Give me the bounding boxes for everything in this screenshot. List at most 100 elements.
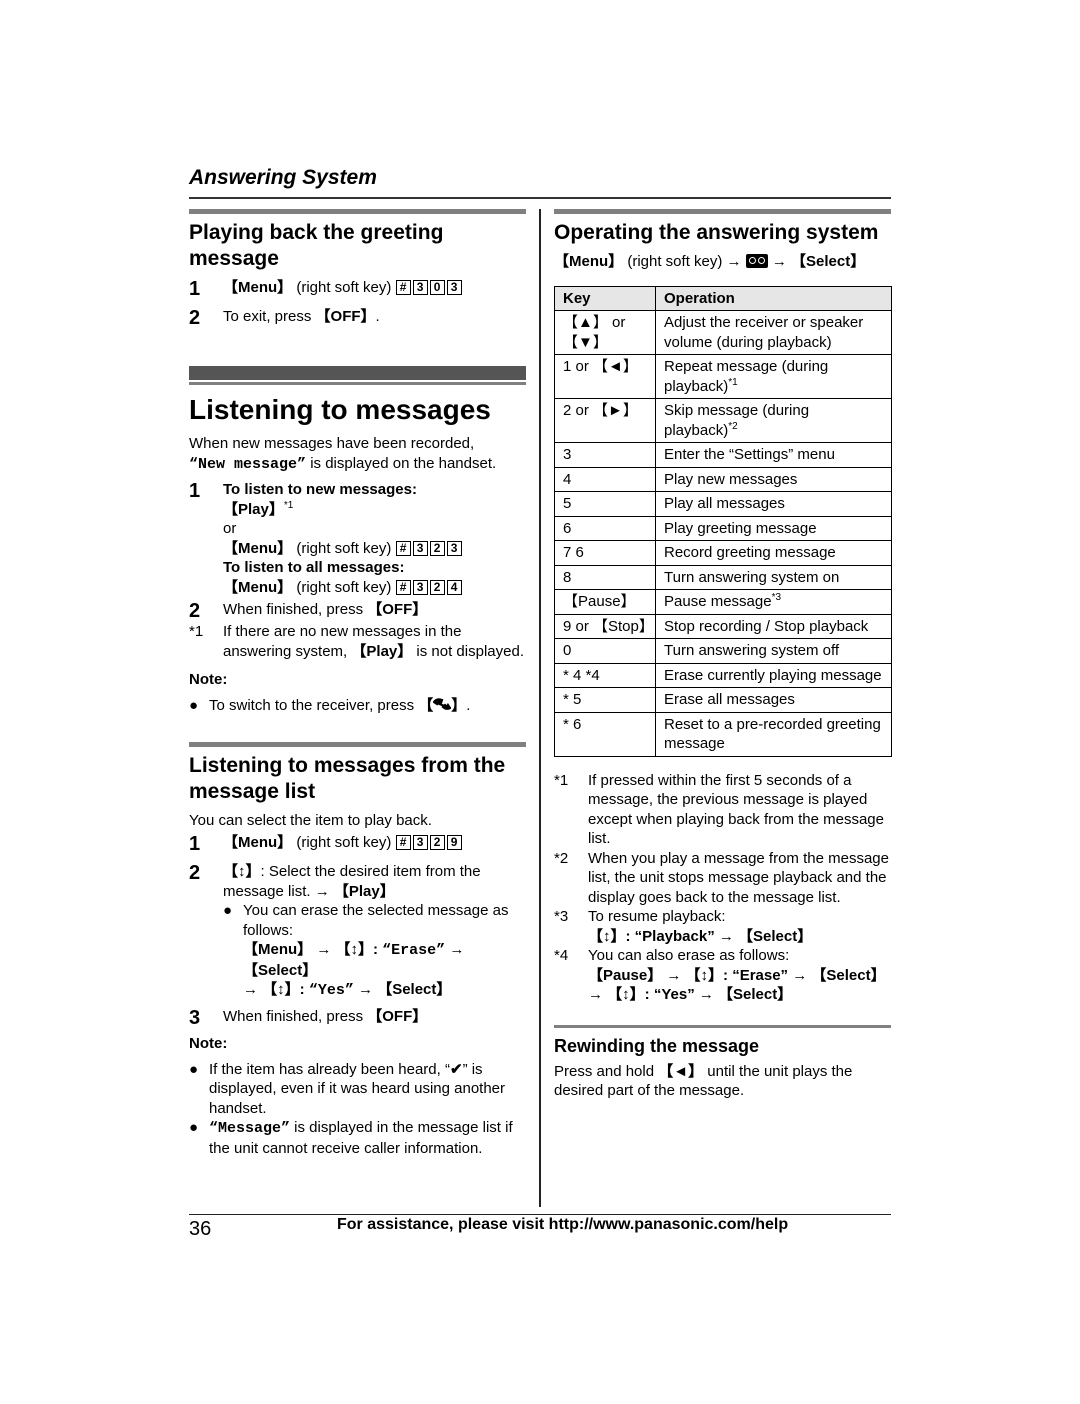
greeting-title: Playing back the greeting message	[189, 221, 444, 270]
step-text: (right soft key)	[292, 279, 396, 296]
operation-cell: Adjust the receiver or speaker volume (d…	[655, 310, 892, 355]
play-key: 【Play】	[351, 642, 413, 660]
operation-cell: Play all messages	[655, 491, 892, 517]
display-text: “Yes”	[308, 982, 354, 999]
footnote: *1 If pressed within the first 5 seconds …	[554, 771, 891, 849]
table-row: * 5 Erase all messages	[554, 687, 892, 713]
key-cell: 1 or 【◄】	[554, 354, 656, 399]
operation-cell: Erase all messages	[655, 687, 892, 713]
display-text: “Message”	[209, 1120, 291, 1137]
footnote-ref: *3	[771, 592, 782, 603]
intro-text: is displayed on the handset.	[306, 454, 497, 472]
table-row: 7 6 Record greeting message	[554, 540, 892, 566]
menu-key: 【Menu】	[223, 279, 293, 296]
section-bar	[189, 209, 526, 214]
key-cell: 6	[554, 515, 656, 541]
footnote-ref: *2	[728, 420, 738, 432]
note-label: Note:	[189, 1034, 228, 1052]
punct: .	[375, 308, 380, 325]
step-number: 1	[189, 833, 201, 855]
path-text: (right soft key) →	[623, 253, 746, 270]
greeting-step-2: 2 To exit, press 【OFF】.	[189, 307, 526, 329]
header-rule	[189, 197, 891, 199]
talk-key-icon: 【】	[418, 697, 467, 714]
operation-cell: Record greeting message	[655, 540, 892, 566]
key-cell: 【Pause】	[554, 589, 656, 615]
rewinding-text: Press and hold 【◄】 until the unit plays …	[554, 1062, 891, 1101]
key-sequence: 【↕】: “Playback” → 【Select】	[588, 927, 813, 945]
greeting-step-1: 1 【Menu】 (right soft key) #3 0 3	[189, 278, 526, 300]
key-cell: 9 or 【Stop】	[554, 613, 656, 639]
key-sequence: 【Pause】 → 【↕】: “Erase” → 【Select】	[588, 966, 886, 984]
footnote: *2 When you play a message from the messa…	[554, 849, 891, 908]
step-heading: To listen to new messages:	[223, 481, 417, 498]
key-sequence: 【Menu】 → 【↕】:	[243, 941, 383, 958]
key-hash: #	[395, 835, 411, 850]
footnote-text: You can also erase as follows:	[588, 947, 790, 964]
operation-text: Turn answering system off	[664, 642, 840, 659]
listening-step-2: 2 When finished, press 【OFF】	[189, 600, 526, 622]
table-row: 3 Enter the “Settings” menu	[554, 442, 892, 468]
step-text: When finished, press	[223, 601, 368, 618]
key-cell: 2 or 【►】	[554, 398, 656, 443]
key-cell: 8	[554, 564, 656, 590]
operation-cell: Pause message*3	[655, 589, 892, 615]
operation-text: Turn answering system on	[664, 568, 840, 586]
erase-bullet: ● You can erase the selected message as …	[223, 901, 526, 1001]
table-row: 【Pause】 Pause message*3	[554, 589, 892, 615]
note-bullet: ● To switch to the receiver, press 【】.	[189, 696, 526, 716]
section-bar	[554, 209, 891, 214]
key-sequence: → 【Select】	[353, 981, 452, 998]
key-cell: 7 6	[554, 540, 656, 566]
step-text: (right soft key)	[292, 578, 396, 596]
step-number: 2	[189, 600, 201, 622]
footnote-ref: *1	[728, 376, 738, 388]
key-hash: #	[395, 280, 411, 295]
rewinding-title: Rewinding the message	[554, 1035, 760, 1056]
table-row: 1 or 【◄】 Repeat message (during playback)…	[554, 354, 892, 399]
listening-step-1: 1 To listen to new messages: 【Play】*1 or…	[189, 480, 526, 597]
column-divider	[539, 209, 541, 1207]
table-row: 6 Play greeting message	[554, 515, 892, 541]
listening-footnote-1: *1 If there are no new messages in the a…	[189, 622, 526, 661]
punct: .	[466, 697, 471, 714]
operation-cell: Play new messages	[655, 466, 892, 492]
operation-text: Play all messages	[664, 495, 785, 512]
or-text: or	[223, 520, 237, 537]
step-text: When finished, press	[223, 1007, 368, 1025]
play-key: 【Play】	[223, 500, 284, 518]
footnote: *3 To resume playback: 【↕】: “Playback” → 【…	[554, 907, 891, 946]
key-2: 2	[429, 579, 445, 595]
from-list-intro: You can select the item to play back.	[189, 811, 432, 829]
key-cell: * 5	[554, 687, 656, 713]
menu-key: 【Menu】	[223, 578, 293, 596]
operation-text: Adjust the receiver or speaker volume (d…	[664, 314, 864, 351]
key-9: 9	[446, 835, 462, 850]
bullet-icon: ●	[189, 1119, 199, 1136]
step-number: 2	[189, 862, 201, 884]
operation-text: Pause message	[664, 593, 772, 610]
operations-table: Key Operation 【▲】 or 【▼】 Adjust the recei…	[554, 285, 892, 757]
assistance-link[interactable]: For assistance, please visit http://www.…	[337, 1216, 788, 1234]
off-key: 【OFF】	[315, 308, 376, 325]
step-text: (right soft key)	[292, 834, 396, 851]
key-cell: 5	[554, 491, 656, 517]
intro-text: When new messages have been recorded,	[189, 435, 475, 452]
rewind-text: Press and hold	[554, 1062, 659, 1080]
key-3: 3	[446, 540, 462, 556]
table-row: 5 Play all messages	[554, 491, 892, 517]
operation-text: Play greeting message	[664, 519, 817, 537]
operation-text: Play new messages	[664, 470, 798, 488]
rewind-key: 【◄】	[658, 1062, 704, 1080]
key-3: 3	[412, 835, 428, 850]
header-operation: Operation	[655, 285, 892, 311]
step-number: 1	[189, 480, 201, 502]
operation-cell: Skip message (during playback)*2	[655, 398, 892, 443]
footnote-mark: *4	[554, 947, 569, 964]
display-text: “New message”	[189, 455, 307, 473]
key-cell: * 6	[554, 711, 656, 757]
from-list-title: Listening to messages from the message l…	[189, 753, 506, 803]
listening-section: Listening to messages When new messages …	[189, 366, 526, 716]
from-list-section: Listening to messages from the message l…	[189, 741, 526, 1159]
bullet-icon: ●	[223, 902, 233, 919]
